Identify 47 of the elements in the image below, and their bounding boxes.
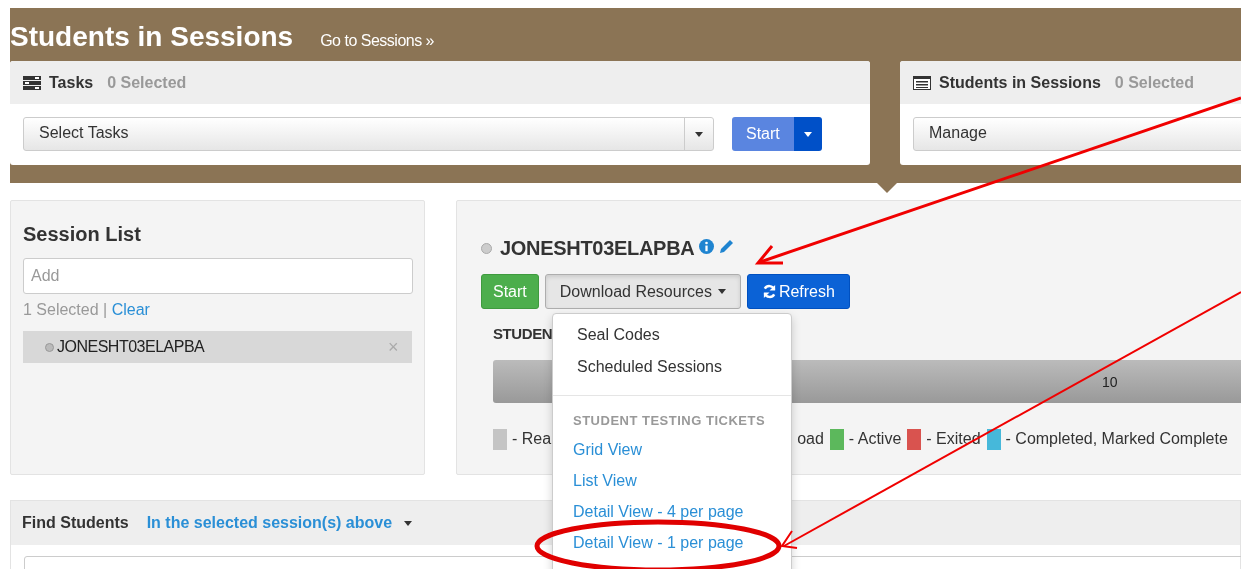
clear-link[interactable]: Clear	[111, 301, 150, 318]
panel-title: Students in Sessions	[939, 73, 1101, 92]
menu-item[interactable]: Seal Codes	[577, 326, 660, 343]
separator: |	[103, 301, 108, 318]
list-icon	[913, 75, 931, 90]
tasks-icon	[23, 75, 41, 90]
refresh-icon	[761, 284, 777, 299]
legend-label: oad	[797, 430, 824, 448]
scope-dropdown[interactable]: In the selected session(s) above	[146, 514, 413, 532]
status-dot-icon	[481, 242, 492, 254]
legend-label: - Exited	[926, 430, 981, 448]
panel-title: Tasks	[49, 73, 94, 92]
caret-icon	[803, 131, 812, 137]
panel-title: Session List	[23, 223, 142, 246]
menu-link[interactable]: Detail View - 4 per page	[573, 503, 744, 520]
session-item[interactable]: JONESHT03ELAPBA ×	[23, 331, 412, 363]
pencil-icon[interactable]	[718, 238, 735, 254]
legend-label: - Rea	[512, 430, 552, 448]
menu-link[interactable]: List View	[573, 472, 637, 489]
go-to-sessions-link[interactable]: Go to Sessions »	[320, 32, 434, 50]
progress-count: 10	[1102, 373, 1118, 390]
page-title: Students in Sessions	[10, 21, 294, 53]
start-button[interactable]: Start	[481, 274, 539, 309]
selected-count: 0 Selected	[107, 73, 187, 92]
section-heading: STUDEN	[493, 325, 553, 342]
refresh-button[interactable]: Refresh	[746, 274, 850, 309]
caret-icon	[717, 289, 726, 294]
download-resources-button[interactable]: Download Resources	[544, 274, 741, 309]
caret-icon	[404, 520, 413, 526]
info-icon[interactable]	[699, 239, 715, 254]
start-menu-button[interactable]	[793, 117, 822, 151]
legend-label: - Active	[848, 430, 902, 448]
task-select[interactable]: Select Tasks	[23, 117, 714, 151]
caret-icon	[695, 131, 703, 137]
panel-title: Find Students	[22, 514, 129, 532]
selected-count: 0 Selected	[1114, 73, 1194, 92]
session-title: JONESHT03ELAPBA	[500, 236, 695, 260]
selected-count: 1 Selected	[23, 301, 99, 318]
legend-label: - Completed, Marked Complete	[1005, 430, 1228, 448]
menu-header: STUDENT TESTING TICKETS	[573, 413, 766, 428]
start-button[interactable]: Start	[732, 117, 794, 151]
menu-item[interactable]: Scheduled Sessions	[577, 358, 722, 375]
add-session-field[interactable]: Add	[23, 258, 413, 294]
menu-link[interactable]: Detail View - 1 per page	[573, 534, 744, 551]
menu-link[interactable]: Grid View	[573, 441, 643, 458]
manage-select[interactable]: Manage	[913, 117, 1241, 151]
status-dot-icon	[45, 342, 54, 352]
